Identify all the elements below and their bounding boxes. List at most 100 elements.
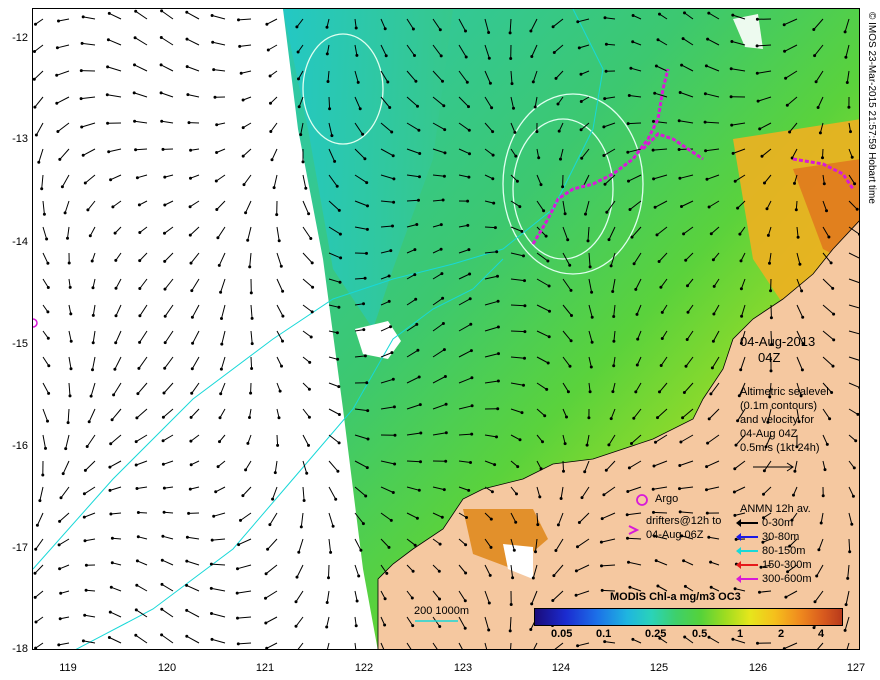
lon-tick: 121: [255, 662, 275, 674]
velocity-arrow-head: [513, 130, 517, 134]
velocity-arrow-head: [464, 571, 468, 575]
velocity-arrow: [160, 92, 174, 98]
velocity-arrow-head: [44, 446, 47, 450]
velocity-arrow: [38, 148, 44, 163]
velocity-arrow-head: [706, 441, 710, 445]
velocity-arrow-head: [339, 256, 343, 260]
velocity-arrow-head: [161, 415, 165, 419]
velocity-arrow-head: [138, 259, 142, 263]
velocity-arrow-head: [281, 289, 285, 293]
velocity-arrow-head: [788, 130, 792, 134]
lat-tick: -18: [12, 643, 28, 655]
arrow-icon: [736, 547, 758, 556]
velocity-arrow-head: [562, 469, 565, 473]
velocity-arrow-head: [766, 233, 770, 237]
velocity-arrow: [192, 330, 200, 344]
velocity-arrow-head: [219, 290, 223, 294]
velocity-arrow-head: [219, 367, 223, 371]
velocity-arrow-head: [34, 646, 38, 649]
velocity-arrow-head: [602, 125, 606, 129]
velocity-arrow-head: [160, 607, 164, 611]
velocity-arrow: [139, 252, 148, 261]
velocity-arrow: [328, 460, 339, 472]
velocity-arrow-head: [709, 560, 713, 564]
velocity-arrow-head: [337, 441, 341, 445]
velocity-arrow-head: [387, 545, 391, 549]
velocity-arrow: [484, 226, 496, 229]
velocity-arrow-head: [362, 328, 366, 332]
velocity-arrow-head: [108, 465, 112, 469]
velocity-arrow: [302, 486, 305, 501]
velocity-arrow-head: [584, 212, 587, 216]
velocity-arrow: [276, 252, 282, 267]
velocity-arrow: [354, 564, 360, 577]
lon-tick: 126: [748, 662, 768, 674]
velocity-arrow-head: [363, 276, 367, 280]
velocity-arrow-head: [678, 464, 682, 467]
velocity-arrow: [59, 564, 70, 570]
velocity-arrow: [112, 200, 122, 208]
velocity-arrow-head: [79, 97, 83, 101]
velocity-arrow-head: [69, 339, 73, 343]
velocity-arrow-head: [387, 299, 391, 303]
velocity-arrow: [162, 434, 174, 442]
velocity-arrow-head: [185, 608, 189, 612]
velocity-arrow-head: [383, 597, 387, 601]
velocity-arrow-head: [539, 183, 543, 187]
velocity-arrow-head: [109, 178, 113, 182]
velocity-arrow: [250, 356, 253, 369]
velocity-arrow: [302, 304, 313, 313]
velocity-arrow: [848, 538, 851, 552]
velocity-arrow-head: [136, 392, 140, 396]
velocity-arrow: [84, 538, 96, 542]
velocity-arrow-head: [134, 440, 138, 444]
velocity-arrow-head: [711, 258, 715, 262]
velocity-arrow: [136, 486, 148, 489]
velocity-arrow: [34, 564, 44, 574]
velocity-arrow: [138, 356, 148, 369]
velocity-arrow-head: [310, 261, 314, 265]
arrow-icon: [736, 533, 758, 542]
velocity-arrow-head: [110, 536, 114, 540]
velocity-arrow-head: [277, 416, 281, 420]
velocity-arrow-head: [138, 231, 142, 234]
velocity-arrow-head: [134, 633, 138, 637]
velocity-arrow-head: [634, 390, 638, 394]
velocity-arrow-head: [490, 490, 494, 494]
velocity-arrow-head: [358, 107, 362, 111]
velocity-arrow-head: [338, 232, 342, 236]
velocity-arrow-head: [510, 82, 514, 86]
velocity-arrow-head: [413, 273, 417, 277]
velocity-arrow-head: [35, 523, 39, 527]
velocity-arrow-head: [64, 447, 68, 451]
velocity-arrow-head: [383, 27, 387, 31]
velocity-arrow: [245, 200, 252, 213]
velocity-arrow-head: [588, 265, 592, 269]
velocity-arrow: [59, 148, 70, 160]
velocity-arrow-head: [487, 56, 491, 60]
velocity-arrow-head: [138, 314, 142, 318]
velocity-arrow-head: [138, 340, 142, 344]
velocity-arrow: [326, 590, 330, 603]
velocity-arrow-head: [793, 469, 797, 473]
velocity-arrow-head: [814, 80, 818, 84]
velocity-arrow-head: [443, 375, 447, 378]
velocity-arrow: [250, 304, 253, 319]
velocity-arrow: [212, 538, 226, 541]
velocity-arrow: [190, 434, 200, 442]
velocity-arrow-head: [354, 624, 358, 628]
velocity-arrow-head: [845, 81, 849, 84]
velocity-arrow-head: [40, 187, 44, 191]
velocity-arrow: [109, 460, 122, 468]
velocity-arrow-head: [114, 314, 118, 318]
velocity-arrow-head: [659, 285, 663, 289]
velocity-arrow-head: [442, 488, 446, 492]
velocity-arrow: [163, 382, 174, 394]
velocity-arrow-head: [335, 184, 339, 188]
velocity-arrow: [562, 460, 564, 472]
velocity-arrow-head: [531, 576, 535, 580]
velocity-arrow-head: [337, 413, 341, 416]
velocity-arrow: [67, 408, 70, 423]
velocity-arrow-head: [611, 290, 615, 293]
velocity-arrow-head: [264, 572, 268, 576]
